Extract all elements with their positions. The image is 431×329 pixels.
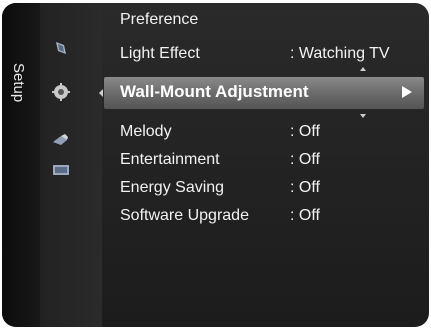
menu-item-label: Entertainment xyxy=(120,151,220,168)
menu-item-wall-mount-adjustment[interactable]: Wall-Mount Adjustment xyxy=(104,77,424,109)
gear-icon[interactable] xyxy=(50,81,72,103)
satellite-icon[interactable] xyxy=(50,129,72,151)
submenu-arrow-icon xyxy=(402,86,412,98)
menu-item-value: : Off xyxy=(290,179,320,196)
menu-item-light-effect[interactable]: Light Effect : Watching TV xyxy=(120,43,419,65)
menu-item-melody[interactable]: Melody : Off xyxy=(120,121,419,143)
menu-item-value: : Off xyxy=(290,123,320,140)
menu-item-label: Light Effect xyxy=(120,45,200,62)
input-icon[interactable] xyxy=(50,159,72,181)
scroll-up-icon xyxy=(360,67,366,71)
sidebar-label-setup: Setup xyxy=(10,63,27,103)
menu-item-label: Melody xyxy=(120,123,172,140)
menu-item-entertainment[interactable]: Entertainment : Off xyxy=(120,149,419,171)
menu-item-software-upgrade[interactable]: Software Upgrade : Off xyxy=(120,205,419,227)
picture-icon[interactable] xyxy=(50,37,72,59)
menu-item-value: : Off xyxy=(290,207,320,224)
menu-item-label: Wall-Mount Adjustment xyxy=(120,82,309,101)
menu-item-value: : Off xyxy=(290,151,320,168)
scroll-down-icon xyxy=(360,114,366,118)
menu-item-label: Software Upgrade xyxy=(120,207,249,224)
menu-list: Preference Light Effect : Watching TV Me… xyxy=(102,3,429,327)
menu-item-label: Energy Saving xyxy=(120,179,225,196)
menu-item-value: : Watching TV xyxy=(290,45,390,62)
menu-title: Preference xyxy=(120,11,199,28)
menu-item-energy-saving[interactable]: Energy Saving : Off xyxy=(120,177,419,199)
menu-screen: Setup Preference Light Effect: Watching… xyxy=(2,3,429,327)
sidebar: Setup xyxy=(2,3,40,327)
